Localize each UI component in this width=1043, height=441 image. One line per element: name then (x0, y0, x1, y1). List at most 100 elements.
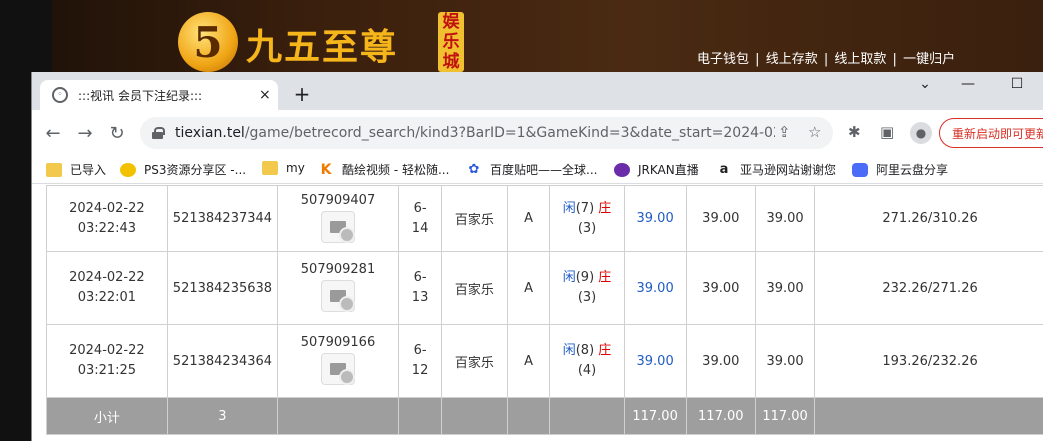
site-logo-text: 九五至尊 (246, 26, 399, 68)
bookmark-label: 酷绘视频 - 轻松随... (342, 163, 450, 177)
bet-time-cell: 2024-02-22 03:21:25 (46, 324, 168, 398)
tab-active[interactable]: ◦ :::视讯 会员下注纪录::: × (40, 80, 278, 110)
game-type-cell: 百家乐 (441, 324, 508, 398)
ps3-icon (120, 162, 136, 177)
subtotal-bet: 117.00 (623, 397, 687, 435)
order-id-cell: 521384235638 (166, 251, 279, 325)
back-arrow-icon[interactable]: ← (42, 123, 64, 144)
tab-strip: ◦ :::视讯 会员下注纪录::: × + ⌄ — ☐ (32, 72, 1043, 110)
balance-cell: 232.26/271.26 (814, 251, 1043, 325)
game-id-cell: 507909407 (277, 185, 399, 252)
bookmark-label: 亚马逊网站谢谢您 (740, 163, 837, 177)
maximize-button[interactable]: ☐ (1007, 76, 1027, 92)
reload-icon[interactable]: ↻ (106, 123, 128, 144)
folder-icon (46, 162, 62, 177)
aliyun-icon (852, 162, 868, 177)
link-separator: | (892, 52, 897, 67)
bookmark-my[interactable]: my (262, 161, 305, 175)
payout-cell: 39.00 (754, 324, 816, 398)
result-cell: 闲(9) 庄 (3) (549, 251, 625, 325)
link-deposit[interactable]: 线上存款 (766, 52, 818, 67)
bookmarks-bar: 已导入 PS3资源分享区 -... my K 酷绘视频 - 轻松随... ✿ 百度贴… (32, 156, 1043, 184)
link-consolidate[interactable]: 一键归户 (903, 52, 955, 67)
bet-amount-cell: 39.00 (623, 324, 687, 398)
bookmark-kuhui[interactable]: K 酷绘视频 - 轻松随... (318, 161, 450, 178)
payout-cell: 39.00 (754, 185, 816, 252)
subtotal-empty (814, 397, 1043, 435)
url-host: tiexian.tel (175, 125, 245, 141)
subtotal-payout: 117.00 (754, 397, 816, 435)
round-cell: 6- 12 (397, 324, 443, 398)
share-icon[interactable]: ⇪ (778, 123, 791, 141)
subtotal-row: 小计 3 117.00 117.00 117.00 (46, 397, 1043, 435)
subtotal-count: 3 (166, 397, 279, 435)
lock-icon[interactable] (152, 127, 165, 139)
bookmark-label: my (286, 161, 305, 175)
table-code-cell: A (506, 251, 551, 325)
table-row: 2024-02-22 03:22:01 521384235638 50790928… (46, 251, 1043, 325)
browser-window: ◦ :::视讯 会员下注纪录::: × + ⌄ — ☐ ← → ↻ tiexia… (31, 72, 1043, 441)
site-top-links: 电子钱包 | 线上存款 | 线上取款 | 一键归户 (697, 48, 957, 67)
result-cell: 闲(8) 庄 (4) (549, 324, 625, 398)
game-id-cell: 507909281 (277, 251, 399, 325)
link-withdraw[interactable]: 线上取款 (834, 52, 886, 67)
bookmark-ps3[interactable]: PS3资源分享区 -... (120, 161, 246, 178)
game-id: 507909166 (300, 335, 376, 350)
bet-time-cell: 2024-02-22 03:22:01 (46, 251, 168, 325)
link-wallet[interactable]: 电子钱包 (697, 52, 749, 67)
valid-bet-cell: 39.00 (685, 324, 757, 398)
round-cell: 6- 14 (397, 185, 443, 252)
k-icon: K (320, 161, 332, 178)
video-replay-icon[interactable] (321, 353, 356, 385)
balance-cell: 193.26/232.26 (814, 324, 1043, 398)
bookmark-label: JRKAN直播 (638, 163, 699, 177)
bet-record-table: 2024-02-22 03:22:43 521384237344 50790940… (46, 185, 1043, 435)
bet-amount-cell: 39.00 (623, 251, 687, 325)
extensions-puzzle-icon[interactable]: ✱ (848, 123, 861, 141)
minimize-button[interactable]: — (958, 76, 978, 92)
table-code-cell: A (506, 324, 551, 398)
folder-icon (262, 161, 278, 175)
star-icon[interactable]: ☆ (808, 123, 821, 141)
tab-search-chevron-icon[interactable]: ⌄ (915, 76, 935, 92)
video-replay-icon[interactable] (321, 210, 356, 243)
url-path: /game/betrecord_search/kind3?BarID=1&Gam… (244, 125, 775, 141)
subtotal-empty (506, 397, 551, 435)
bookmark-tieba[interactable]: ✿ 百度贴吧——全球... (466, 161, 598, 178)
table-row: 2024-02-22 03:22:43 521384237344 50790940… (46, 185, 1043, 252)
game-type-cell: 百家乐 (441, 251, 508, 325)
bookmark-amazon[interactable]: a 亚马逊网站谢谢您 (716, 161, 836, 178)
globe-icon: ◦ (52, 87, 68, 103)
site-logo-badge: 娱乐城 (438, 12, 464, 72)
subtotal-label: 小计 (46, 397, 168, 435)
site-logo-icon: 5 (178, 12, 238, 72)
balance-cell: 271.26/310.26 (814, 185, 1043, 252)
order-id-cell: 521384234364 (166, 324, 279, 398)
bookmark-jrkan[interactable]: JRKAN直播 (614, 161, 699, 178)
link-separator: | (755, 52, 760, 67)
profile-avatar-icon[interactable]: ● (910, 122, 932, 144)
bookmark-aliyun[interactable]: 阿里云盘分享 (852, 161, 948, 178)
bookmark-imported[interactable]: 已导入 (46, 161, 106, 178)
site-banner (0, 0, 1043, 80)
side-panel-icon[interactable]: ▣ (880, 123, 894, 141)
video-replay-icon[interactable] (321, 280, 356, 312)
amazon-icon: a (719, 162, 729, 177)
new-tab-button[interactable]: + (290, 82, 314, 106)
tab-title: :::视讯 会员下注纪录::: (78, 88, 203, 103)
subtotal-valid: 117.00 (685, 397, 757, 435)
baidu-icon: ✿ (468, 162, 480, 177)
link-separator: | (823, 52, 829, 67)
subtotal-empty (277, 397, 399, 435)
valid-bet-cell: 39.00 (685, 185, 757, 252)
bet-amount-cell: 39.00 (623, 185, 687, 252)
address-bar[interactable]: tiexian.tel/game/betrecord_search/kind3?… (140, 117, 833, 149)
game-type-cell: 百家乐 (441, 185, 508, 252)
game-id-cell: 507909166 (277, 324, 399, 398)
subtotal-empty (441, 397, 508, 435)
game-id: 507909281 (300, 262, 376, 277)
forward-arrow-icon[interactable]: → (74, 123, 96, 144)
update-restart-button[interactable]: 重新启动即可更新 (939, 118, 1043, 148)
close-icon[interactable]: × (259, 87, 271, 103)
table-row: 2024-02-22 03:21:25 521384234364 50790916… (46, 324, 1043, 398)
